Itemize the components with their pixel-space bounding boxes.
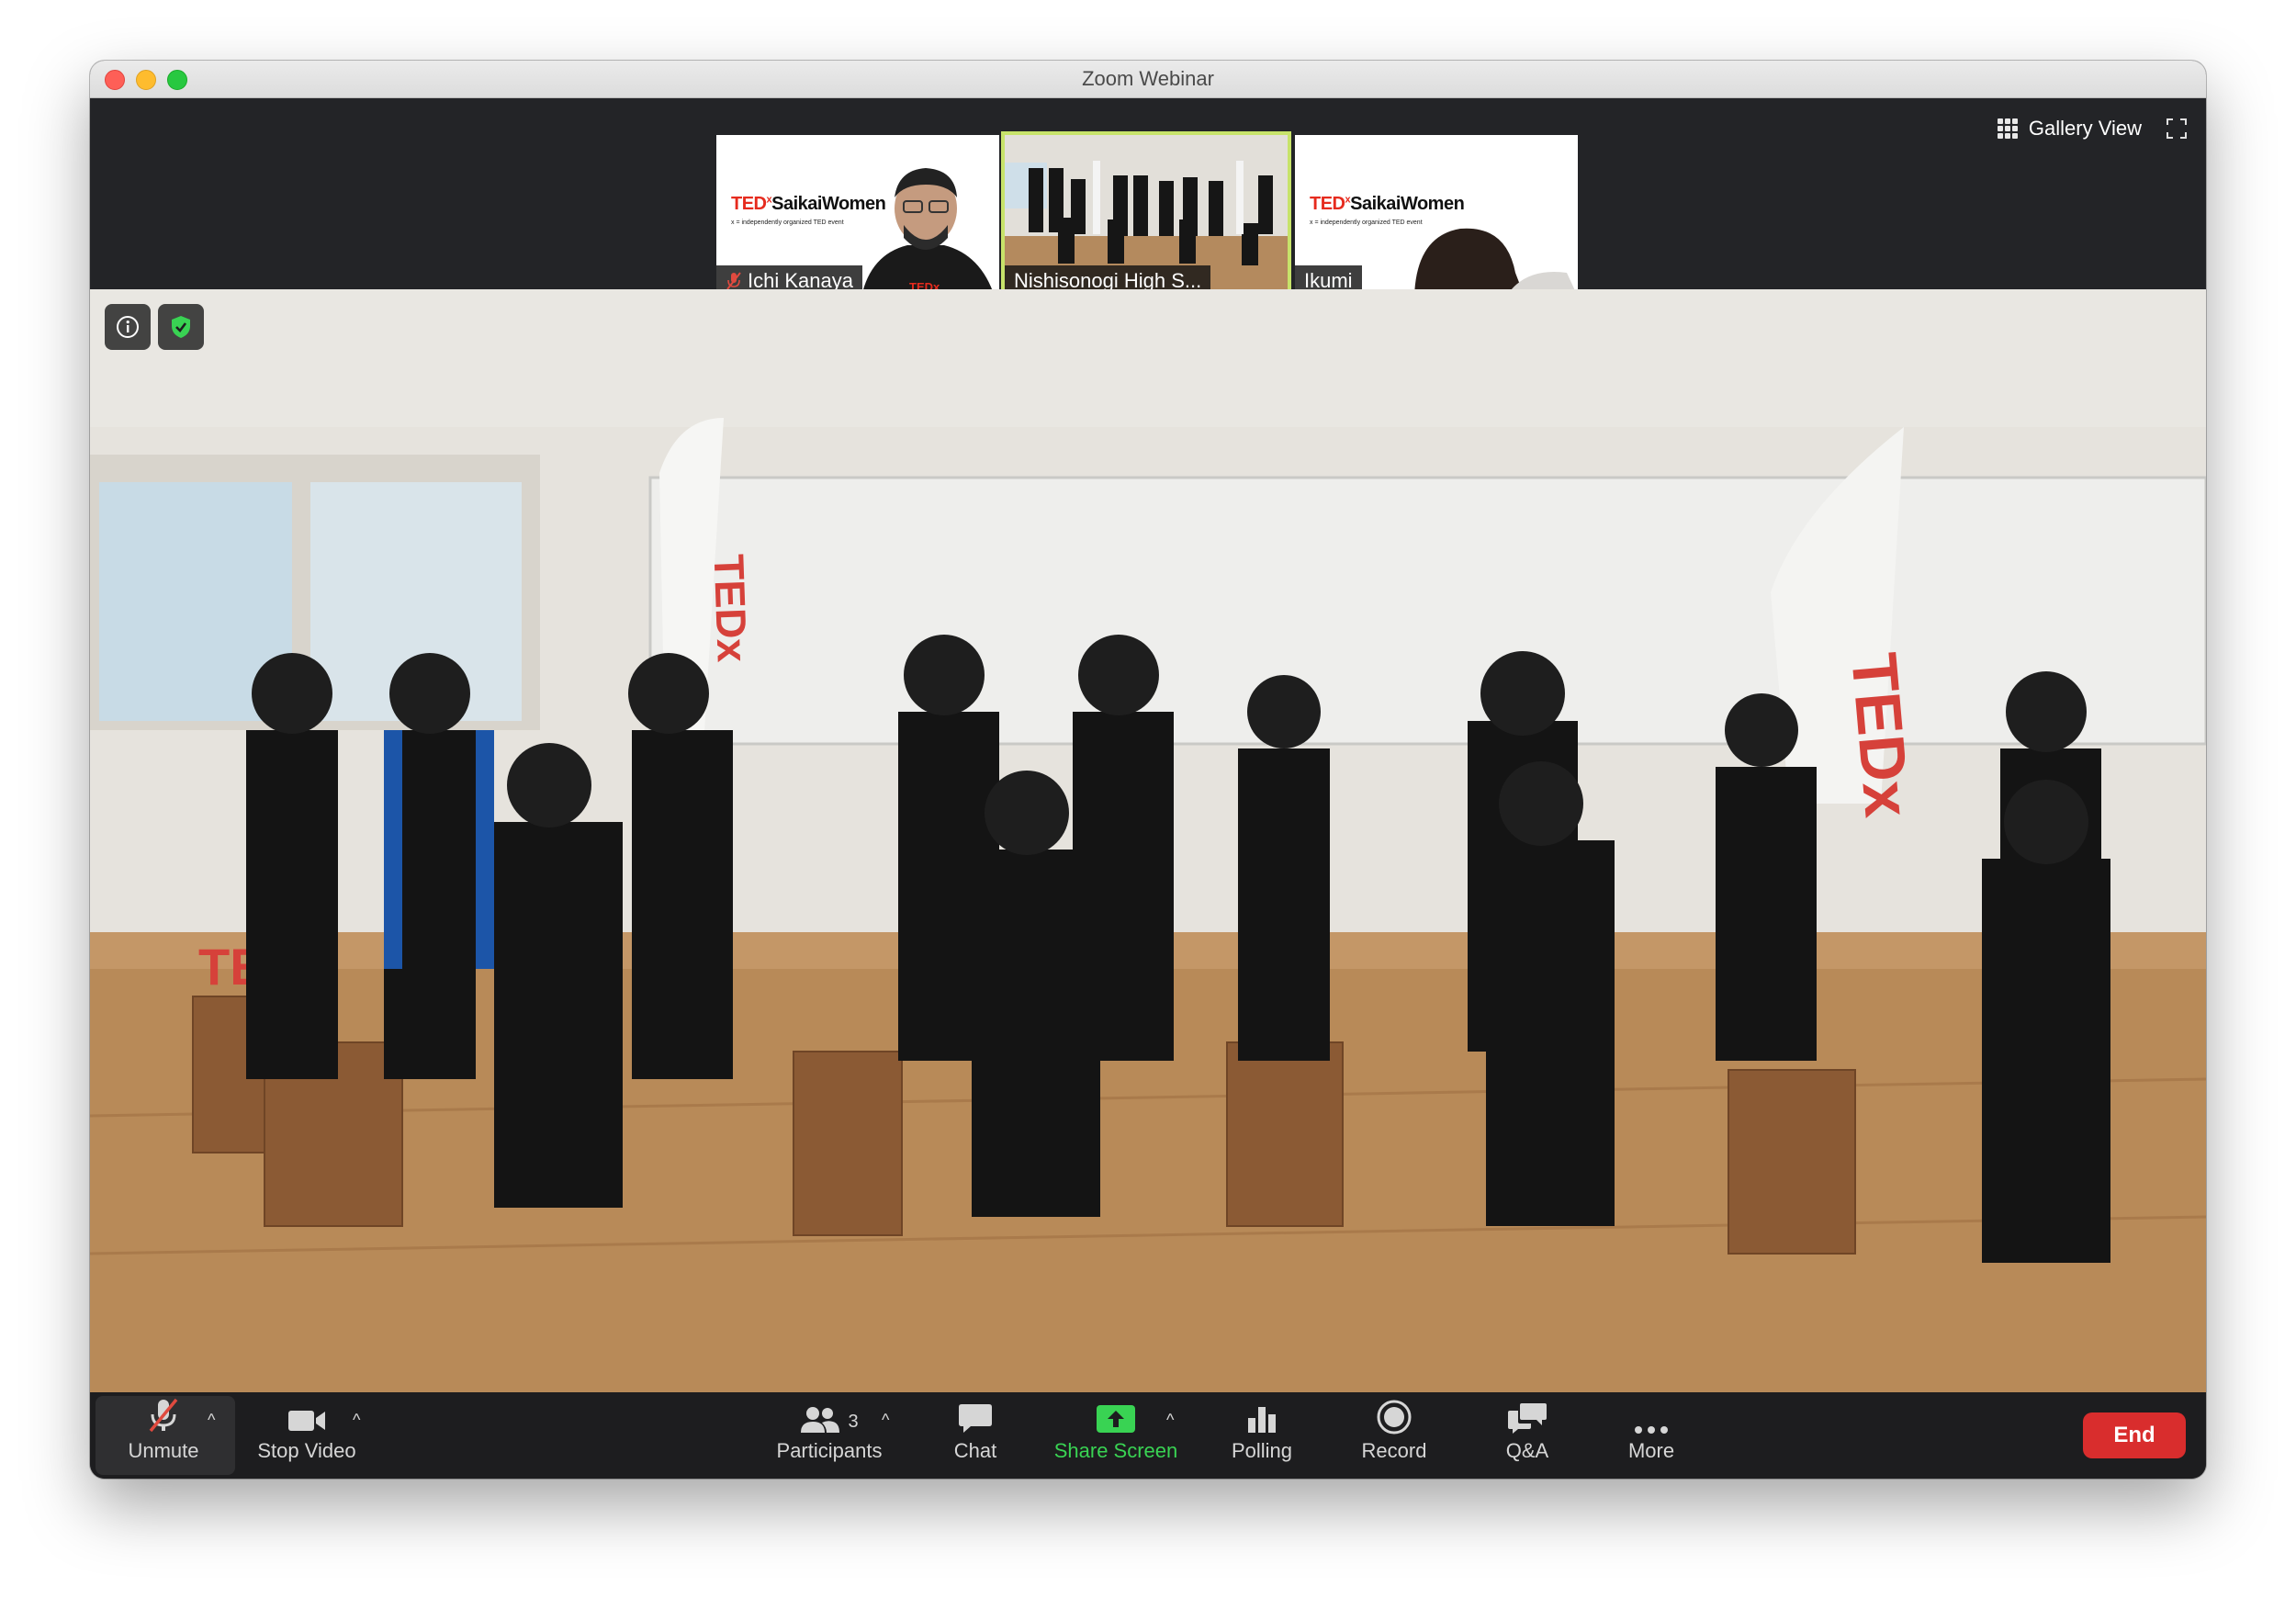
stage-video-frame: TEDx TEDx TEDx	[90, 289, 2206, 1392]
polling-chart-icon	[1248, 1407, 1276, 1433]
record-button[interactable]: Record	[1348, 1392, 1440, 1479]
title-bar: Zoom Webinar	[90, 61, 2206, 98]
video-camera-icon	[288, 1411, 325, 1431]
fullscreen-icon[interactable]	[2166, 118, 2188, 140]
qa-button[interactable]: Q&A	[1486, 1392, 1569, 1479]
mic-muted-icon	[149, 1398, 178, 1433]
share-options-chevron-up-icon[interactable]: ^	[1166, 1411, 1174, 1430]
participants-button[interactable]: 3 Participants	[770, 1392, 889, 1479]
audio-options-chevron-up-icon[interactable]: ^	[208, 1411, 215, 1430]
main-video: TEDx TEDx TEDx	[90, 289, 2206, 1392]
window-title: Zoom Webinar	[1082, 67, 1214, 90]
participants-label: Participants	[776, 1439, 883, 1462]
chat-label: Chat	[953, 1439, 997, 1462]
mic-muted-icon	[726, 272, 741, 290]
participant-thumbnail[interactable]: TEDxSaikaiWomen x = independently organi…	[1295, 135, 1578, 297]
participants-count: 3	[848, 1412, 859, 1432]
gallery-view-button[interactable]: Gallery View	[1997, 114, 2142, 143]
more-button[interactable]: More	[1615, 1392, 1688, 1479]
svg-text:TEDx: TEDx	[1838, 650, 1923, 820]
record-icon	[1377, 1400, 1412, 1435]
encryption-button[interactable]	[158, 304, 204, 350]
share-screen-button[interactable]: Share Screen	[1049, 1392, 1183, 1479]
unmute-button[interactable]: Unmute	[114, 1392, 213, 1479]
meeting-info-button[interactable]	[105, 304, 151, 350]
more-label: More	[1627, 1439, 1675, 1462]
qa-bubbles-icon	[1508, 1403, 1547, 1434]
meeting-toolbar: Unmute ^ Stop Video ^ 3 Participants ^ C…	[90, 1392, 2206, 1479]
person-silhouette	[1414, 228, 1578, 297]
shield-check-icon	[172, 316, 190, 338]
svg-text:TEDx: TEDx	[705, 553, 757, 663]
zoom-window: Zoom Webinar TEDxSaikaiWomen x = indepen…	[90, 61, 2206, 1479]
record-label: Record	[1361, 1439, 1427, 1462]
stop-video-label: Stop Video	[257, 1439, 356, 1462]
polling-button[interactable]: Polling	[1216, 1392, 1308, 1479]
unmute-label: Unmute	[128, 1439, 199, 1462]
gallery-view-label: Gallery View	[2028, 117, 2142, 140]
participants-options-chevron-up-icon[interactable]: ^	[882, 1411, 889, 1430]
chat-bubble-icon	[959, 1404, 992, 1433]
participants-icon	[801, 1407, 840, 1433]
grid-icon	[1997, 118, 2018, 139]
participant-thumbnail-active[interactable]: Nishisonogi High S...	[1005, 135, 1288, 297]
end-meeting-button[interactable]: End	[2083, 1412, 2186, 1458]
video-options-chevron-up-icon[interactable]: ^	[353, 1411, 360, 1430]
qa-label: Q&A	[1505, 1439, 1549, 1462]
participant-thumbnail[interactable]: TEDxSaikaiWomen x = independently organi…	[716, 135, 999, 297]
share-screen-label: Share Screen	[1053, 1439, 1178, 1462]
person-silhouette: TEDx	[861, 168, 995, 297]
more-dots-icon	[1635, 1426, 1668, 1434]
info-icon	[117, 316, 139, 338]
chat-button[interactable]: Chat	[935, 1392, 1016, 1479]
share-screen-icon	[1097, 1405, 1135, 1433]
polling-label: Polling	[1231, 1439, 1293, 1462]
stop-video-button[interactable]: Stop Video	[250, 1392, 364, 1479]
tedx-tagline: x = independently organized TED event	[731, 219, 844, 226]
